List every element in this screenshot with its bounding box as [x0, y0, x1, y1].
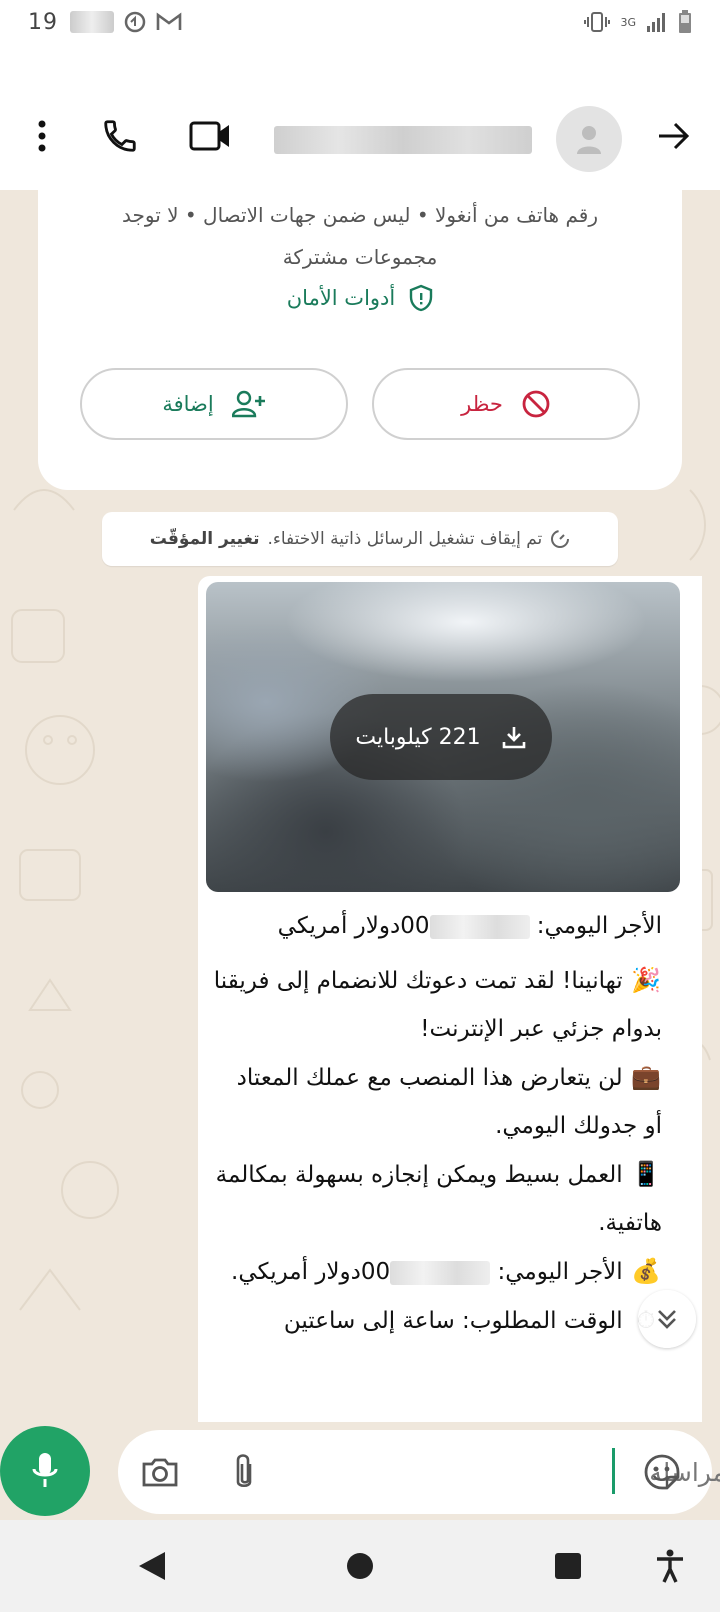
- add-person-icon: [231, 390, 265, 418]
- back-triangle-icon: [139, 1552, 165, 1580]
- message-composer: [0, 1422, 720, 1518]
- gmail-icon: [156, 12, 182, 30]
- timer-icon: [551, 530, 570, 548]
- video-call-icon: [189, 121, 229, 151]
- status-time: 19: [28, 9, 58, 35]
- media-size: 221 كيلوبايت: [355, 724, 481, 750]
- back-button[interactable]: [652, 114, 696, 158]
- more-vert-icon: [38, 120, 46, 152]
- paperclip-icon: [236, 1454, 252, 1488]
- attach-button[interactable]: [220, 1448, 268, 1496]
- double-chevron-down-icon: [658, 1310, 676, 1329]
- voice-call-button[interactable]: [96, 112, 144, 160]
- briefcase-emoji: 💼: [631, 1063, 661, 1091]
- more-options-button[interactable]: [20, 114, 64, 158]
- download-icon: [502, 727, 525, 749]
- input-container: [118, 1430, 720, 1514]
- redacted-amount: [390, 1260, 491, 1285]
- simple-work-line: 📱 العمل بسيط ويمكن إنجازه بسهولة بمكالمة…: [212, 1150, 662, 1247]
- home-circle-icon: [347, 1553, 373, 1579]
- message-text: الأجر اليومي: 00دولار أمريكي 🎉 تهانينا! …: [212, 902, 662, 1345]
- phone-icon: [104, 120, 136, 152]
- add-contact-button[interactable]: إضافة: [80, 368, 348, 440]
- notification-icon: [124, 11, 146, 33]
- safety-tools-link[interactable]: أدوات الأمان: [38, 284, 682, 312]
- camera-icon: [142, 1458, 178, 1487]
- forward-arrow-icon: [659, 122, 690, 150]
- network-type: 3G: [620, 15, 636, 29]
- nav-home-button[interactable]: [338, 1544, 382, 1588]
- phone-emoji: 📱: [631, 1160, 661, 1188]
- disappearing-messages-notice[interactable]: تم إيقاف تشغيل الرسائل ذاتية الاختفاء. ت…: [102, 512, 618, 566]
- notice-text: تم إيقاف تشغيل الرسائل ذاتية الاختفاء.: [267, 529, 543, 549]
- battery-icon: [679, 10, 691, 33]
- accessibility-icon: [657, 1549, 683, 1583]
- shield-icon: [410, 284, 433, 312]
- wage2-line: 💰 الأجر اليومي: 00دولار أمريكي.: [212, 1247, 662, 1296]
- incoming-message-bubble[interactable]: 221 كيلوبايت الأجر اليومي: 00دولار أمريك…: [198, 576, 702, 1422]
- status-time-redacted: [70, 11, 114, 33]
- contact-name[interactable]: [274, 126, 532, 154]
- recents-square-icon: [555, 1553, 581, 1579]
- congrats-line: 🎉 تهانينا! لقد تمت دعوتك للانضمام إلى فر…: [212, 956, 662, 1053]
- nav-back-button[interactable]: [130, 1544, 174, 1588]
- contact-info-card: رقم هاتف من أنغولا • ليس ضمن جهات الاتصا…: [38, 190, 682, 490]
- default-avatar-icon: [577, 126, 601, 154]
- video-call-button[interactable]: [186, 112, 234, 160]
- chat-area[interactable]: رقم هاتف من أنغولا • ليس ضمن جهات الاتصا…: [0, 190, 720, 1422]
- text-caret: [612, 1448, 615, 1494]
- contact-details: رقم هاتف من أنغولا • ليس ضمن جهات الاتصا…: [122, 203, 598, 269]
- change-timer-link[interactable]: تغيير المؤقّت: [150, 529, 260, 549]
- block-label: حظر: [461, 392, 503, 416]
- image-attachment[interactable]: 221 كيلوبايت: [206, 582, 680, 892]
- block-button[interactable]: حظر: [372, 368, 640, 440]
- block-icon: [522, 390, 550, 418]
- money-bag-emoji: 💰: [631, 1257, 661, 1285]
- party-emoji: 🎉: [631, 966, 661, 994]
- camera-button[interactable]: [136, 1448, 184, 1496]
- nav-recents-button[interactable]: [546, 1544, 590, 1588]
- status-bar: 19 3G: [0, 0, 720, 44]
- sticker-button[interactable]: [638, 1448, 686, 1496]
- wage-line: الأجر اليومي: 00دولار أمريكي: [277, 913, 662, 939]
- signal-icon: [647, 13, 665, 32]
- vibrate-icon: [584, 12, 611, 32]
- redacted-amount: [429, 914, 530, 939]
- accessibility-button[interactable]: [648, 1544, 692, 1588]
- scroll-to-bottom-button[interactable]: [638, 1290, 696, 1348]
- microphone-icon: [32, 1453, 58, 1487]
- no-conflict-line: 💼 لن يتعارض هذا المنصب مع عملك المعتاد أ…: [212, 1053, 662, 1150]
- chat-header: [0, 44, 720, 190]
- safety-tools-label: أدوات الأمان: [286, 286, 396, 310]
- download-button[interactable]: 221 كيلوبايت: [330, 694, 552, 780]
- system-navigation-bar: [0, 1520, 720, 1612]
- time-required-line: ⏱ الوقت المطلوب: ساعة إلى ساعتين: [212, 1296, 662, 1345]
- add-label: إضافة: [162, 392, 214, 416]
- sticker-icon: [644, 1454, 680, 1490]
- avatar[interactable]: [556, 106, 622, 172]
- voice-message-button[interactable]: [0, 1426, 90, 1516]
